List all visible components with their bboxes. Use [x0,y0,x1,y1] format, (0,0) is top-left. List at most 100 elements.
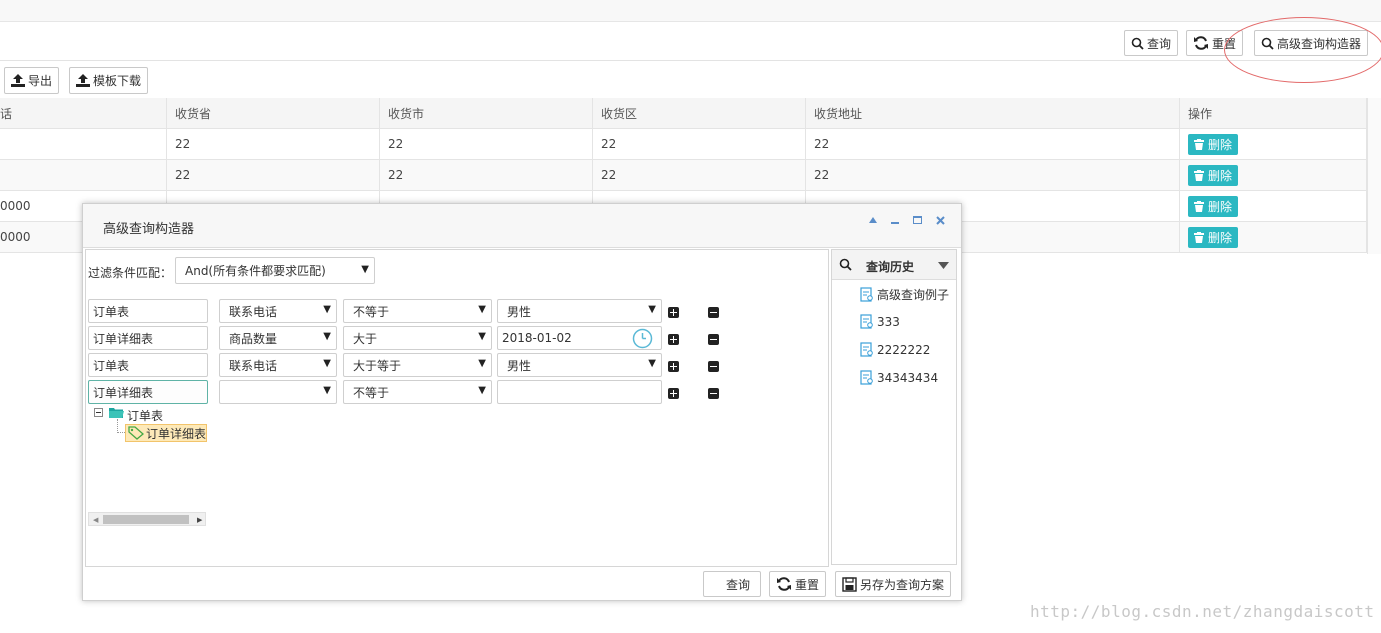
history-item[interactable]: 34343434 [860,370,938,385]
condition-value-select[interactable]: 男性 ▼ [497,299,662,323]
remove-condition-icon[interactable] [708,307,719,318]
match-mode-select[interactable]: And(所有条件都要求匹配) ▼ [175,257,375,284]
add-condition-icon[interactable] [668,361,679,372]
remove-condition-icon[interactable] [708,388,719,399]
dialog-query-button[interactable]: 查询 [703,571,761,597]
document-icon [860,370,873,385]
tree-connector [117,419,118,433]
trash-icon [1194,232,1204,243]
delete-button-label: 删除 [1208,231,1233,245]
add-condition-icon[interactable] [668,307,679,318]
delete-button[interactable]: 删除 [1188,134,1239,155]
template-download-button-label: 模板下载 [93,74,142,88]
query-history-panel: 查询历史 高级查询例子 333 2222222 34343434 [831,249,957,565]
action-cell: 删除 [1180,129,1367,159]
table-cell: 22 [380,129,593,159]
clock-icon[interactable] [632,328,653,349]
scroll-right-icon[interactable]: ▶ [197,516,202,524]
column-header-address: 收货地址 [806,98,1180,128]
history-item[interactable]: 高级查询例子 [860,286,949,303]
match-label: 过滤条件匹配： [88,266,173,280]
scroll-left-icon[interactable]: ◀ [93,516,98,524]
grid-header-row: 话 收货省 收货市 收货区 收货地址 操作 [0,98,1367,129]
divider [0,60,1381,61]
table-cell: 22 [593,160,806,190]
table-cell [0,129,167,159]
maximize-icon[interactable] [911,214,923,226]
dialog-query-button-label: 查询 [725,577,750,592]
condition-field-select[interactable]: 联系电话 ▼ [219,353,337,377]
chevron-down-icon: ▼ [478,358,486,369]
condition-date-input[interactable]: 2018-01-02 [497,326,662,350]
chevron-down-icon: ▼ [478,331,486,342]
save-as-scheme-button-label: 另存为查询方案 [860,577,945,592]
table-cell: 22 [806,129,1180,159]
history-item[interactable]: 333 [860,314,900,329]
condition-value: 男性 [507,304,532,319]
condition-operator-value: 不等于 [353,385,390,400]
condition-value-input[interactable] [497,380,662,404]
template-download-button[interactable]: 模板下载 [69,67,149,94]
search-icon [1131,37,1144,50]
save-as-scheme-button[interactable]: 另存为查询方案 [835,571,952,597]
minimize-icon[interactable] [889,214,901,226]
query-history-header[interactable]: 查询历史 [832,250,956,280]
delete-button[interactable]: 删除 [1188,196,1239,217]
condition-operator-value: 大于等于 [353,358,402,373]
action-cell: 删除 [1180,191,1367,221]
advanced-query-button[interactable]: 高级查询构造器 [1254,30,1369,56]
condition-date-value: 2018-01-02 [502,331,572,345]
condition-operator-value: 不等于 [353,304,390,319]
chevron-down-icon[interactable] [938,262,949,269]
condition-operator-select[interactable]: 不等于 ▼ [343,299,492,323]
delete-button-label: 删除 [1208,138,1233,152]
query-builder-panel: 过滤条件匹配： And(所有条件都要求匹配) ▼ 订单表 联系电话 ▼ 不等于 ▼ … [85,249,829,567]
condition-table-input[interactable]: 订单详细表 [88,380,208,404]
condition-table-input[interactable]: 订单表 [88,353,208,377]
query-button-label: 查询 [1147,36,1172,51]
tree-collapse-toggle[interactable] [94,408,103,417]
tree-root-label[interactable]: 订单表 [127,407,163,424]
add-condition-icon[interactable] [668,388,679,399]
grid-scrollbar[interactable] [1367,98,1381,254]
column-header-district: 收货区 [593,98,806,128]
condition-operator-select[interactable]: 大于 ▼ [343,326,492,350]
column-header: 话 [0,98,167,128]
add-condition-icon[interactable] [668,334,679,345]
history-item-label: 333 [877,314,900,329]
delete-button[interactable]: 删除 [1188,165,1239,186]
close-icon[interactable] [934,214,946,226]
condition-table-input[interactable]: 订单表 [88,299,208,323]
column-header-city: 收货市 [380,98,593,128]
chevron-down-icon: ▼ [478,385,486,396]
condition-field-select[interactable]: ▼ [219,380,337,404]
condition-field-select[interactable]: 商品数量 ▼ [219,326,337,350]
collapse-icon[interactable] [867,214,879,226]
export-button[interactable]: 导出 [4,67,60,94]
table-cell: 22 [167,129,380,159]
scroll-thumb[interactable] [103,515,189,524]
condition-operator-value: 大于 [353,331,378,346]
match-mode-value: And(所有条件都要求匹配) [185,264,326,278]
tree-horizontal-scrollbar[interactable]: ◀ ▶ [88,512,206,526]
table-cell: 22 [806,160,1180,190]
condition-operator-select[interactable]: 不等于 ▼ [343,380,492,404]
delete-button-label: 删除 [1208,200,1233,214]
condition-table-input[interactable]: 订单详细表 [88,326,208,350]
condition-value-select[interactable]: 男性 ▼ [497,353,662,377]
delete-button[interactable]: 删除 [1188,227,1239,248]
chevron-down-icon: ▼ [648,358,656,369]
history-item-label: 2222222 [877,342,931,357]
dialog-reset-button[interactable]: 重置 [769,571,827,597]
reset-button[interactable]: 重置 [1186,30,1244,56]
history-item[interactable]: 2222222 [860,342,930,357]
save-icon [842,576,857,592]
tree-node-selected[interactable]: 订单详细表 [125,424,207,442]
chevron-down-icon: ▼ [323,331,331,342]
chevron-down-icon: ▼ [361,264,369,275]
condition-field-select[interactable]: 联系电话 ▼ [219,299,337,323]
condition-operator-select[interactable]: 大于等于 ▼ [343,353,492,377]
remove-condition-icon[interactable] [708,334,719,345]
query-button[interactable]: 查询 [1124,30,1179,56]
remove-condition-icon[interactable] [708,361,719,372]
